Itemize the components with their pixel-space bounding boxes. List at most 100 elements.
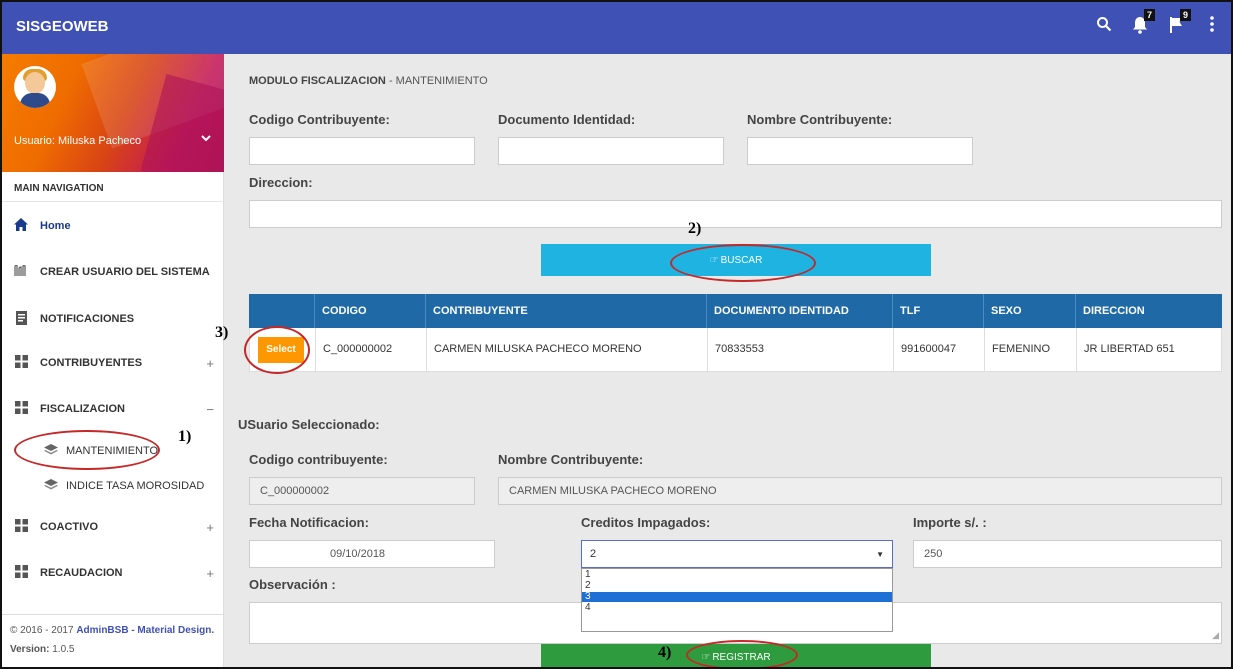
apps-icon: [14, 401, 28, 417]
collapse-minus-icon[interactable]: −: [206, 402, 214, 417]
copyright-prefix: © 2016 - 2017: [10, 625, 77, 636]
codigo-contribuyente-label: Codigo Contribuyente:: [249, 112, 390, 127]
usuario-seleccionado-title: USuario Seleccionado:: [238, 417, 380, 432]
notifications-badge: 7: [1144, 9, 1155, 21]
documento-identidad-label: Documento Identidad:: [498, 112, 636, 127]
dropdown-option[interactable]: 1: [582, 570, 892, 580]
annotation-step4: 4): [658, 644, 672, 661]
resize-handle-icon[interactable]: ◢: [1212, 630, 1219, 641]
top-icons: 7 9: [1095, 9, 1221, 36]
codigo-contribuyente-sel-label: Codigo contribuyente:: [249, 452, 388, 467]
notifications-bell-icon[interactable]: 7: [1131, 9, 1155, 36]
apps-icon: [14, 519, 28, 535]
column-header-tlf: TLF: [893, 294, 984, 328]
apps-icon: [14, 565, 28, 581]
codigo-contribuyente-input[interactable]: [249, 137, 475, 165]
sidebar-item-label: CREAR USUARIO DEL SISTEMA: [40, 266, 210, 278]
column-header-direccion: DIRECCION: [1083, 305, 1145, 317]
copyright-text: © 2016 - 2017 AdminBSB - Material Design…: [10, 625, 218, 636]
user-info-panel: Usuario: Miluska Pacheco: [2, 54, 224, 172]
flag-icon[interactable]: 9: [1167, 9, 1191, 36]
sidebar-item-label: NOTIFICACIONES: [40, 313, 135, 325]
document-icon: [14, 310, 28, 328]
sidebar-subitem-label: INDICE TASA MOROSIDAD: [66, 480, 205, 492]
nombre-contribuyente-label: Nombre Contribuyente:: [747, 112, 893, 127]
avatar[interactable]: [14, 66, 56, 108]
chevron-down-icon[interactable]: [200, 132, 212, 147]
dropdown-option[interactable]: 2: [582, 581, 892, 591]
apps-icon: [14, 355, 28, 371]
app-window: SISGEOWEB 7 9 Usuario: Miluska Pacheco M…: [0, 0, 1233, 669]
sidebar-item-coactivo[interactable]: COACTIVO +: [14, 516, 214, 538]
expand-plus-icon[interactable]: +: [206, 566, 214, 581]
search-icon[interactable]: [1095, 16, 1113, 36]
version-label: Version:: [10, 644, 50, 655]
column-header-contribuyente: CONTRIBUYENTE: [426, 294, 707, 328]
fecha-notificacion-input[interactable]: 09/10/2018: [249, 540, 495, 568]
fecha-notificacion-label: Fecha Notificacion:: [249, 515, 369, 530]
sidebar-item-recaudacion[interactable]: RECAUDACION +: [14, 562, 214, 584]
divider: [2, 201, 224, 202]
annotation-ellipse-step3: [244, 326, 310, 374]
layers-icon: [44, 479, 58, 493]
breadcrumb-module: MODULO FISCALIZACION: [249, 75, 386, 87]
nombre-contribuyente-input[interactable]: [747, 137, 973, 165]
breadcrumb-page: - MANTENIMIENTO: [385, 75, 488, 87]
sidebar-item-label: CONTRIBUYENTES: [40, 357, 143, 369]
direccion-input[interactable]: [249, 200, 1222, 228]
dropdown-arrow-icon[interactable]: ▼: [876, 550, 884, 559]
importe-input[interactable]: 250: [913, 540, 1222, 568]
contribuyente-cell: CARMEN MILUSKA PACHECO MORENO: [427, 328, 708, 371]
table-row[interactable]: Select C_000000002 CARMEN MILUSKA PACHEC…: [249, 328, 1222, 372]
creditos-dropdown-list: 1 2 3 4: [581, 568, 893, 632]
importe-label: Importe s/. :: [913, 515, 987, 530]
direccion-label: Direccion:: [249, 175, 313, 190]
annotation-ellipse-step1: [14, 430, 160, 470]
observacion-label: Observación :: [249, 577, 336, 592]
sidebar-item-label: COACTIVO: [40, 521, 99, 533]
sidebar-item-notificaciones[interactable]: NOTIFICACIONES: [14, 308, 214, 330]
sidebar-item-contribuyentes[interactable]: CONTRIBUYENTES +: [14, 352, 214, 374]
version-text: Version: 1.0.5: [10, 644, 218, 655]
users-icon: [14, 263, 28, 280]
column-header-codigo: CODIGO: [315, 294, 426, 328]
documento-identidad-input[interactable]: [498, 137, 724, 165]
user-name: Usuario: Miluska Pacheco: [14, 135, 142, 147]
direccion-cell: JR LIBERTAD 651: [1084, 343, 1175, 355]
tlf-cell: 991600047: [894, 328, 985, 371]
breadcrumb: MODULO FISCALIZACION - MANTENIMIENTO: [249, 75, 488, 87]
dropdown-option-highlighted[interactable]: 3: [582, 592, 892, 602]
expand-plus-icon[interactable]: +: [206, 520, 214, 535]
nombre-contribuyente-sel-field: CARMEN MILUSKA PACHECO MORENO: [498, 477, 1222, 505]
column-header-select: [249, 294, 315, 328]
version-value: 1.0.5: [49, 644, 75, 655]
expand-plus-icon[interactable]: +: [206, 356, 214, 371]
annotation-ellipse-step4: [686, 640, 798, 667]
annotation-step3: 3): [215, 324, 229, 341]
main-content: MODULO FISCALIZACION - MANTENIMIENTO Cod…: [234, 54, 1231, 667]
sidebar-subitem-indice-tasa-morosidad[interactable]: INDICE TASA MOROSIDAD: [44, 476, 204, 496]
sidebar-item-home[interactable]: Home: [14, 215, 214, 237]
nombre-contribuyente-sel-label: Nombre Contribuyente:: [498, 452, 644, 467]
sidebar-item-label: FISCALIZACION: [40, 403, 125, 415]
creditos-impagados-select[interactable]: 2 ▼: [581, 540, 893, 568]
sidebar-item-fiscalizacion[interactable]: FISCALIZACION −: [14, 398, 214, 420]
annotation-ellipse-step2: [670, 244, 816, 282]
documento-cell: 70833553: [708, 328, 894, 371]
creditos-impagados-label: Creditos Impagados:: [581, 515, 711, 530]
sidebar-item-crear-usuario[interactable]: CREAR USUARIO DEL SISTEMA: [14, 261, 214, 283]
creditos-selected-value: 2: [590, 548, 597, 560]
more-vert-icon[interactable]: [1203, 16, 1221, 36]
footer-link[interactable]: AdminBSB - Material Design.: [76, 625, 214, 636]
sidebar-item-label: RECAUDACION: [40, 567, 123, 579]
app-brand[interactable]: SISGEOWEB: [16, 18, 109, 35]
sidebar-item-label: Home: [40, 220, 71, 232]
annotation-step1: 1): [178, 428, 192, 445]
column-header-documento: DOCUMENTO IDENTIDAD: [707, 294, 893, 328]
sidebar: Usuario: Miluska Pacheco MAIN NAVIGATION…: [2, 54, 224, 667]
home-icon: [14, 218, 28, 234]
codigo-cell: C_000000002: [316, 328, 427, 371]
dropdown-option[interactable]: 4: [582, 603, 892, 613]
sidebar-footer: © 2016 - 2017 AdminBSB - Material Design…: [2, 614, 224, 667]
sexo-cell: FEMENINO: [985, 328, 1077, 371]
